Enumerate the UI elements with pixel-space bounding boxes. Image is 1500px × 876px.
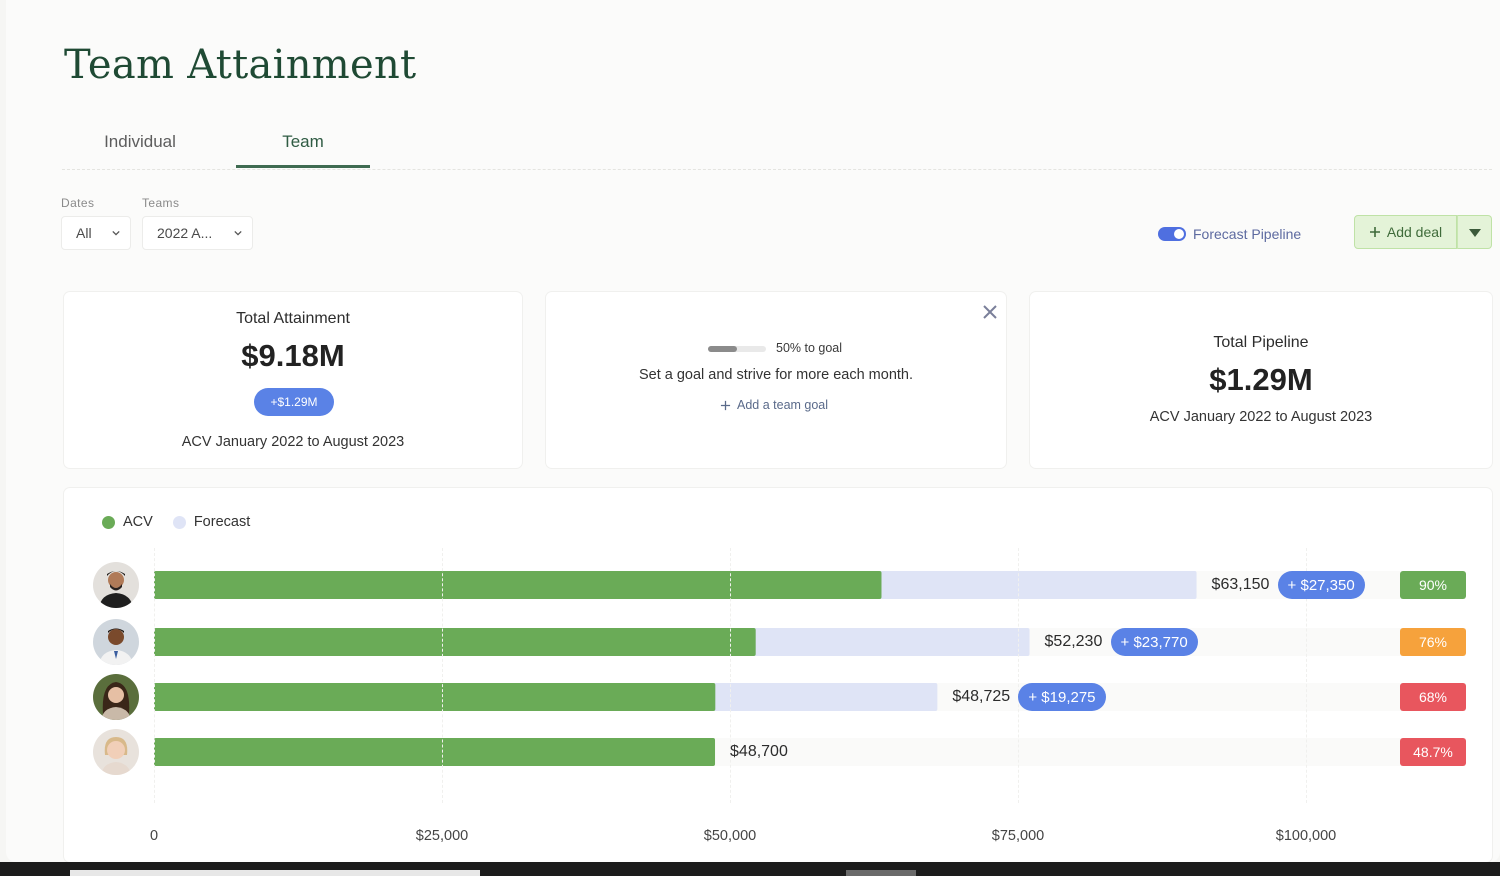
- active-tab-indicator: [236, 165, 370, 168]
- page-title: Team Attainment: [64, 42, 417, 88]
- x-gridline: [154, 548, 155, 803]
- attainment-percent-badge: 76%: [1400, 628, 1466, 656]
- attainment-percent-badge: 68%: [1400, 683, 1466, 711]
- attainment-percent-badge: 48.7%: [1400, 738, 1466, 766]
- team-goal-card: 50% to goal Set a goal and strive for mo…: [546, 292, 1006, 468]
- acv-value-label: $52,230: [1044, 633, 1103, 650]
- plus-icon: [1369, 227, 1380, 237]
- dates-select-value: All: [76, 225, 92, 241]
- forecast-pipeline-toggle[interactable]: [1158, 227, 1186, 241]
- x-tick-label: $75,000: [991, 828, 1045, 844]
- plus-icon: [720, 400, 731, 410]
- acv-value-label: $48,725: [952, 688, 1011, 705]
- goal-progress-fill: [708, 346, 737, 352]
- goal-message: Set a goal and strive for more each mont…: [638, 367, 914, 383]
- x-gridline: [442, 548, 443, 803]
- x-tick-label: $100,000: [1275, 828, 1337, 844]
- goal-progress-bar: [708, 346, 766, 352]
- acv-bar[interactable]: [154, 628, 756, 656]
- acv-value-label: $63,150: [1211, 576, 1270, 593]
- attainment-delta-badge: +$1.29M: [254, 388, 334, 416]
- bottom-strip: [0, 862, 1500, 876]
- tab-bar: Individual Team: [62, 122, 1492, 170]
- forecast-delta-badge: + $27,350: [1277, 571, 1365, 599]
- tab-team[interactable]: Team: [236, 132, 370, 152]
- x-gridline: [730, 548, 731, 803]
- total-pipeline-subtitle: ACV January 2022 to August 2023: [1149, 409, 1373, 425]
- total-attainment-card: Total Attainment $9.18M +$1.29M ACV Janu…: [64, 292, 522, 468]
- add-deal-button[interactable]: Add deal: [1354, 215, 1457, 249]
- x-tick-label: 0: [149, 828, 159, 844]
- x-tick-label: $25,000: [415, 828, 469, 844]
- x-gridline: [1018, 548, 1019, 803]
- teams-select[interactable]: 2022 A...: [142, 216, 253, 250]
- total-attainment-subtitle: ACV January 2022 to August 2023: [181, 434, 405, 450]
- forecast-delta-badge: + $23,770: [1110, 628, 1198, 656]
- teams-filter-label: Teams: [142, 196, 180, 210]
- chevron-down-icon: [234, 230, 242, 236]
- add-team-goal-link[interactable]: Add a team goal: [720, 398, 828, 412]
- goal-progress-text: 50% to goal: [776, 341, 843, 355]
- bars-svg: [154, 571, 1466, 766]
- acv-bar[interactable]: [154, 683, 716, 711]
- attainment-chart: ACV Forecast 0 $25,000 $50,000 $75,000 $100,…: [64, 488, 1492, 862]
- acv-bar[interactable]: [154, 571, 882, 599]
- add-team-goal-label: Add a team goal: [737, 398, 829, 412]
- page: Team Attainment Individual Team Dates Te…: [6, 0, 1500, 862]
- acv-bar[interactable]: [154, 738, 716, 766]
- total-pipeline-card: Total Pipeline $1.29M ACV January 2022 t…: [1030, 292, 1492, 468]
- add-deal-label: Add deal: [1386, 224, 1443, 240]
- total-pipeline-label: Total Pipeline: [1213, 334, 1309, 351]
- total-attainment-label: Total Attainment: [236, 310, 350, 327]
- chevron-down-icon: [112, 230, 120, 236]
- forecast-pipeline-label: Forecast Pipeline: [1193, 226, 1302, 242]
- forecast-delta-badge: + $19,275: [1018, 683, 1106, 711]
- teams-select-value: 2022 A...: [157, 225, 213, 241]
- attainment-percent-badge: 90%: [1400, 571, 1466, 599]
- x-tick-label: $50,000: [703, 828, 757, 844]
- strip-segment: [70, 870, 480, 876]
- dates-filter-label: Dates: [61, 196, 95, 210]
- strip-segment: [846, 870, 916, 876]
- total-pipeline-value: $1.29M: [1209, 362, 1313, 397]
- add-deal-menu-button[interactable]: [1457, 215, 1492, 249]
- total-attainment-value: $9.18M: [241, 338, 345, 373]
- dates-select[interactable]: All: [61, 216, 131, 250]
- close-icon[interactable]: [980, 302, 1000, 322]
- tab-individual[interactable]: Individual: [90, 132, 190, 152]
- acv-value-label: $48,700: [730, 743, 788, 760]
